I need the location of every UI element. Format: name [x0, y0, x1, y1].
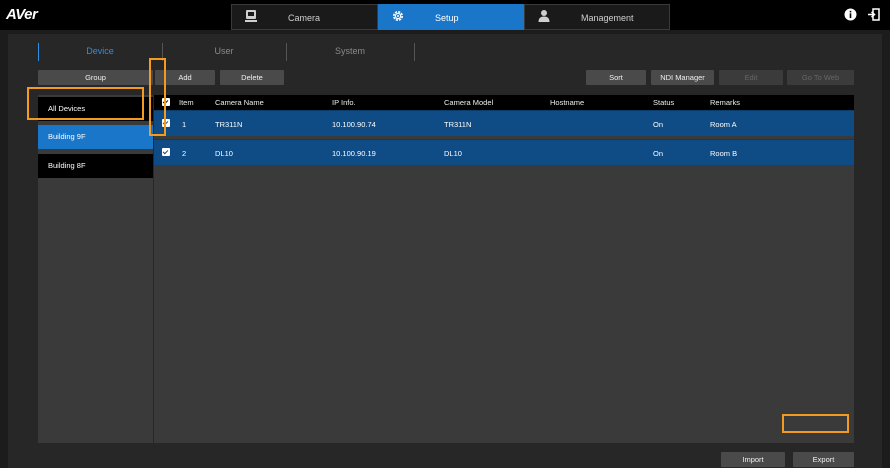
- tab-setup[interactable]: Setup: [378, 4, 524, 30]
- cell-status: On: [653, 149, 664, 158]
- sort-button[interactable]: Sort: [586, 70, 646, 85]
- table-row[interactable]: 2 DL10 10.100.90.19 DL10 On Room B: [154, 139, 854, 165]
- column-header-camera-model: Camera Model: [444, 98, 494, 107]
- subtab-divider: [38, 43, 39, 61]
- group-list: All Devices Building 9F Building 8F: [38, 95, 153, 443]
- delete-button[interactable]: Delete: [220, 70, 284, 85]
- subtab-device[interactable]: Device: [40, 43, 160, 61]
- top-bar: AVer Camera Setup Management: [0, 0, 890, 30]
- table-row[interactable]: 1 TR311N 10.100.90.74 TR311N On Room A: [154, 110, 854, 136]
- camera-icon: [245, 10, 257, 22]
- main-tabs: Camera Setup Management: [231, 4, 670, 30]
- cell-camera-name: DL10: [215, 149, 233, 158]
- cell-item: 1: [182, 120, 187, 129]
- subtab-user[interactable]: User: [164, 43, 284, 61]
- export-button[interactable]: Export: [793, 452, 854, 467]
- group-item-building-9f[interactable]: Building 9F: [38, 125, 153, 149]
- cell-ip-info: 10.100.90.19: [332, 149, 376, 158]
- aver-logo: AVer: [6, 6, 38, 23]
- import-button[interactable]: Import: [721, 452, 785, 467]
- cell-ip-info: 10.100.90.74: [332, 120, 376, 129]
- cell-camera-name: TR311N: [215, 120, 243, 129]
- cell-remarks: Room B: [710, 149, 738, 158]
- subtab-divider: [414, 43, 415, 61]
- go-to-web-button[interactable]: Go To Web: [787, 70, 854, 85]
- column-header-camera-name: Camera Name: [215, 98, 264, 107]
- gear-icon: [393, 11, 403, 21]
- tab-camera[interactable]: Camera: [231, 4, 378, 30]
- subtab-divider: [286, 43, 287, 61]
- info-icon[interactable]: [844, 8, 857, 21]
- logout-icon[interactable]: [867, 8, 880, 21]
- row-checkbox[interactable]: [162, 148, 170, 156]
- cell-camera-model: TR311N: [444, 120, 472, 129]
- column-header-status: Status: [653, 98, 675, 107]
- column-header-hostname: Hostname: [550, 98, 585, 107]
- column-header-ip-info: IP Info.: [332, 98, 356, 107]
- subtab-system[interactable]: System: [288, 43, 412, 61]
- tab-camera-label: Camera: [288, 13, 321, 23]
- column-header-item: Item: [179, 98, 194, 107]
- cell-remarks: Room A: [710, 120, 737, 129]
- table-header: Item Camera Name IP Info. Camera Model H…: [154, 95, 854, 110]
- highlight-box-group: [27, 87, 144, 120]
- tab-management[interactable]: Management: [524, 4, 670, 30]
- column-header-remarks: Remarks: [710, 98, 741, 107]
- group-item-building-8f[interactable]: Building 8F: [38, 154, 153, 178]
- tab-management-label: Management: [581, 13, 634, 23]
- user-icon: [538, 10, 550, 22]
- ndi-manager-button[interactable]: NDI Manager: [651, 70, 714, 85]
- group-button[interactable]: Group: [38, 70, 153, 85]
- cell-status: On: [653, 120, 664, 129]
- device-table: Item Camera Name IP Info. Camera Model H…: [154, 95, 854, 443]
- cell-item: 2: [182, 149, 187, 158]
- tab-setup-label: Setup: [435, 13, 459, 23]
- edit-button[interactable]: Edit: [719, 70, 783, 85]
- highlight-box-export: [782, 414, 849, 433]
- highlight-box-checkboxes: [149, 58, 166, 136]
- cell-camera-model: DL10: [444, 149, 462, 158]
